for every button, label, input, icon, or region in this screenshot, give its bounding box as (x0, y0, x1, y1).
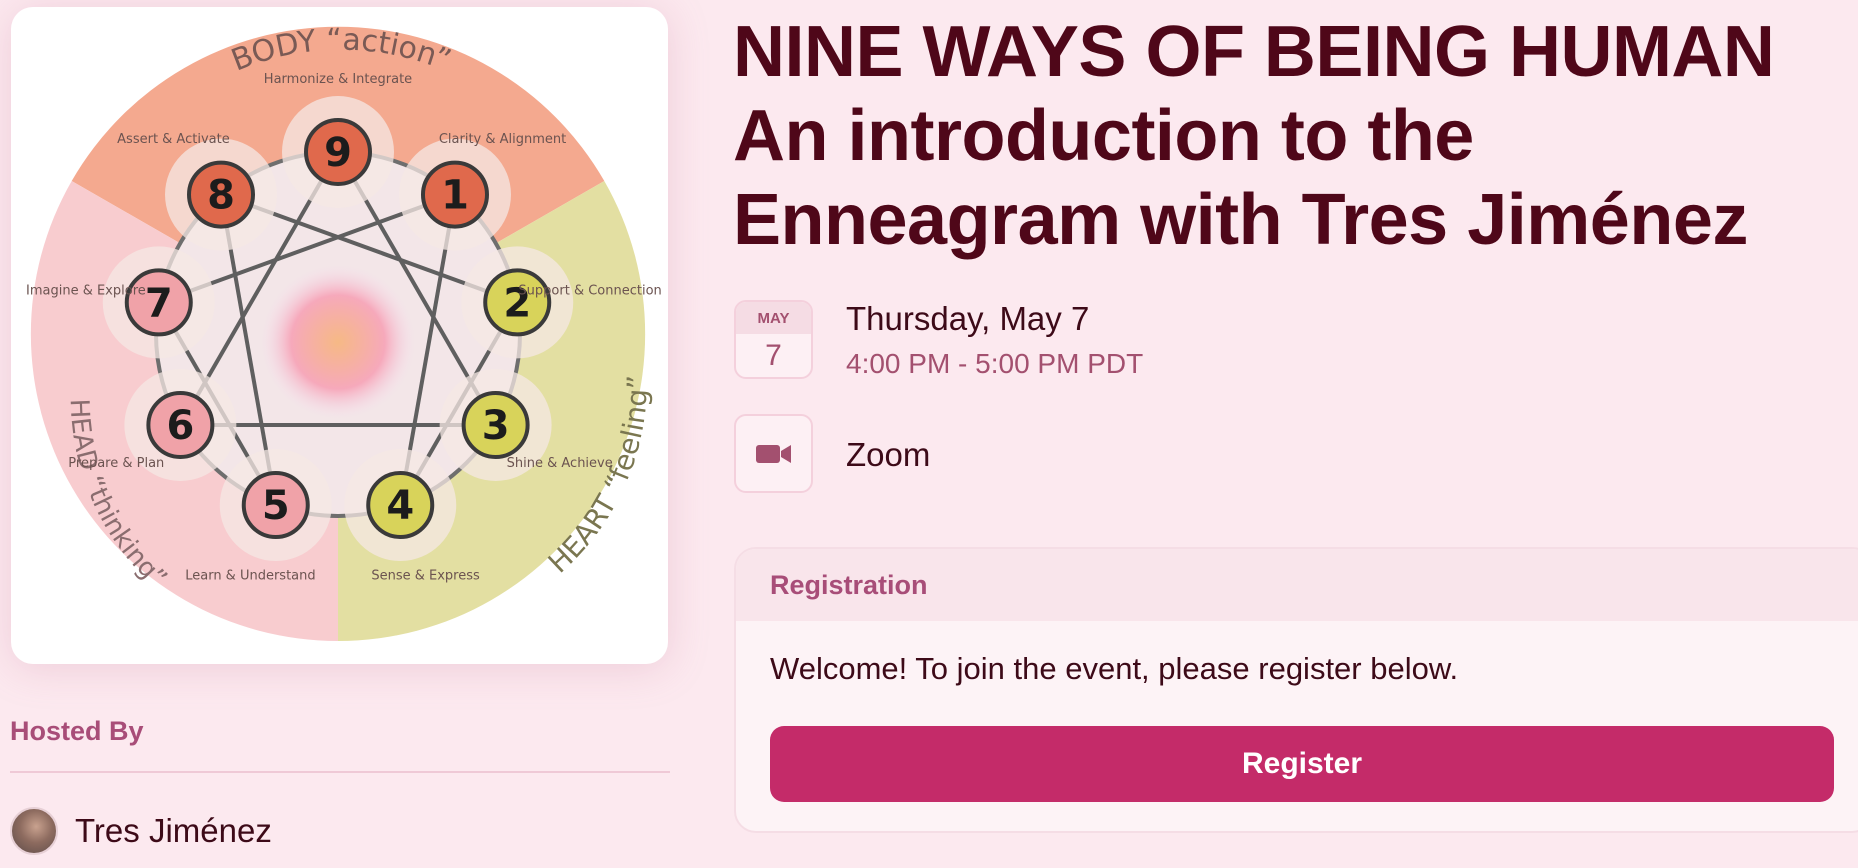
swirl-icon (260, 264, 416, 420)
point-4-number: 4 (386, 483, 414, 529)
video-camera-icon (734, 414, 813, 493)
event-cover-image: BODY “action” HEART “feeling” HEAD “thin… (11, 7, 668, 664)
point-6-label: Prepare & Plan (68, 456, 164, 471)
point-3-number: 3 (482, 403, 510, 449)
point-2-label: Support & Connection (518, 284, 661, 299)
point-5-number: 5 (262, 483, 290, 529)
point-7-label: Imagine & Explore (26, 284, 146, 299)
point-8-number: 8 (207, 173, 235, 219)
event-location: Zoom (846, 436, 931, 473)
divider (10, 771, 670, 773)
point-6-number: 6 (166, 403, 194, 449)
point-3-label: Shine & Achieve (507, 456, 613, 471)
avatar[interactable] (10, 807, 58, 855)
point-8-label: Assert & Activate (117, 132, 230, 147)
point-1-number: 1 (441, 173, 469, 219)
registration-header: Registration (736, 549, 1858, 621)
event-time: 4:00 PM - 5:00 PM PDT (846, 348, 1144, 379)
hosted-by-label: Hosted By (10, 716, 144, 746)
host-name[interactable]: Tres Jiménez (75, 812, 272, 850)
point-5-label: Learn & Understand (185, 569, 315, 584)
point-4-label: Sense & Express (371, 569, 480, 584)
registration-card: Registration Welcome! To join the event,… (734, 547, 1858, 833)
enneagram-diagram: BODY “action” HEART “feeling” HEAD “thin… (26, 22, 662, 642)
calendar-date-icon: MAY 7 (734, 300, 813, 379)
point-9-label: Harmonize & Integrate (264, 72, 412, 87)
point-9-number: 9 (324, 130, 352, 176)
host-item[interactable]: Tres Jiménez (10, 806, 272, 856)
point-1-label: Clarity & Alignment (439, 132, 566, 147)
registration-welcome-text: Welcome! To join the event, please regis… (770, 651, 1459, 686)
event-date: Thursday, May 7 (846, 300, 1090, 337)
date-day: 7 (765, 339, 782, 372)
date-month: MAY (736, 302, 811, 334)
point-7-number: 7 (145, 280, 173, 326)
register-button[interactable]: Register (770, 726, 1834, 802)
event-title: NINE WAYS OF BEING HUMAN An introduction… (733, 12, 1775, 260)
